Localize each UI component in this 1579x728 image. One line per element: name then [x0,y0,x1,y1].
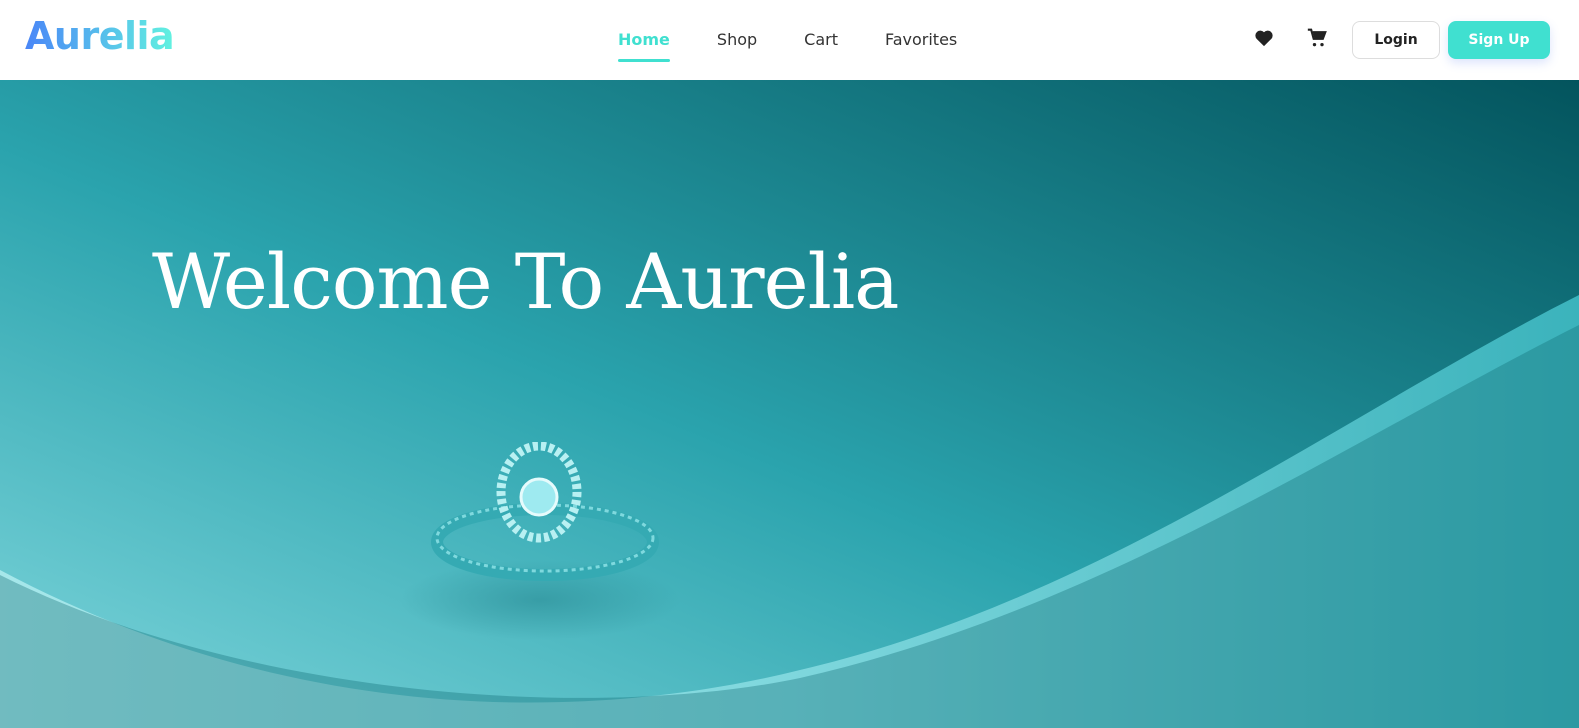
brand-logo[interactable]: Aurelia [25,14,175,58]
nav-favorites[interactable]: Favorites [885,30,957,49]
heart-icon[interactable] [1254,28,1274,52]
top-navbar: Aurelia Home Shop Cart Favorites Login S… [0,0,1579,80]
nav-links: Home Shop Cart Favorites [618,30,1004,62]
hero-banner: Welcome To Aurelia [0,80,1579,728]
login-button[interactable]: Login [1352,21,1440,59]
nav-cart[interactable]: Cart [804,30,838,49]
hero-background [0,80,1579,728]
signup-button[interactable]: Sign Up [1448,21,1550,59]
ring-image [431,442,659,581]
cart-icon[interactable] [1307,28,1327,53]
hero-title: Welcome To Aurelia [152,237,899,326]
nav-home[interactable]: Home [618,30,670,62]
nav-shop[interactable]: Shop [717,30,757,49]
